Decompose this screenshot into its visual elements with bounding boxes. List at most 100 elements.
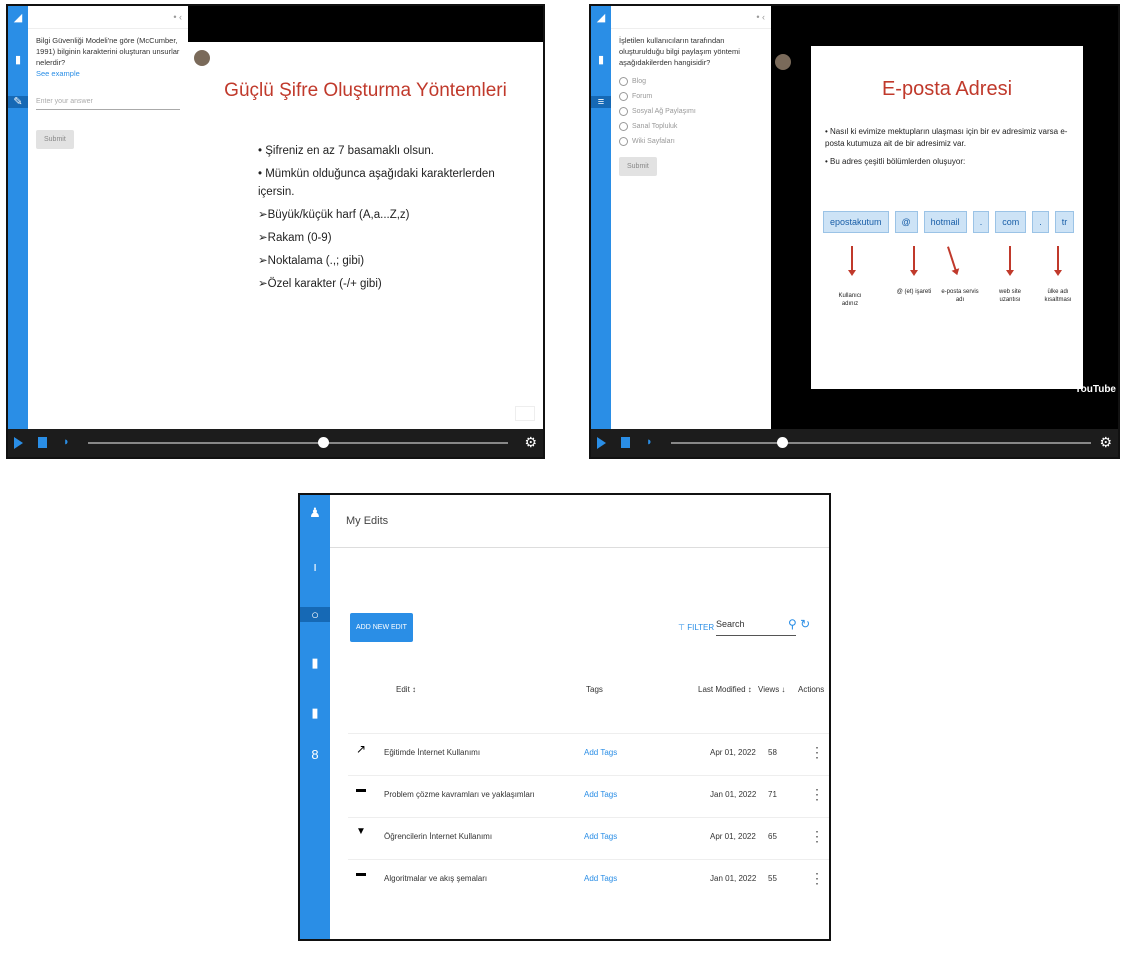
option[interactable]: Blog — [611, 74, 771, 89]
slide: E-posta Adresi • Nasıl ki evimize mektup… — [811, 46, 1083, 389]
bookmarks-icon[interactable] — [621, 437, 630, 448]
option[interactable]: Wiki Sayfaları — [611, 134, 771, 149]
submit-button[interactable]: Submit — [36, 130, 74, 149]
more-vert-icon[interactable]: ⋮ — [810, 786, 824, 803]
add-tags-link[interactable]: Add Tags — [584, 790, 617, 799]
seek-bar[interactable] — [671, 442, 1091, 444]
gear-icon[interactable]: ⚙ — [524, 434, 537, 451]
page-title: My Edits — [346, 515, 389, 527]
slide: Güçlü Şifre Oluşturma Yöntemleri • Şifre… — [188, 42, 543, 429]
bookmark-icon[interactable]: ▮ — [595, 54, 607, 66]
table-row[interactable]: ▬ Problem çözme kavramları ve yaklaşımla… — [348, 775, 829, 816]
more-vert-icon[interactable]: ⋮ — [810, 870, 824, 887]
video-player[interactable]: Güçlü Şifre Oluşturma Yöntemleri • Şifre… — [188, 6, 543, 429]
edit-name[interactable]: Öğrencilerin İnternet Kullanımı — [384, 832, 492, 841]
add-new-edit-button[interactable]: ADD NEW EDIT — [350, 613, 413, 642]
player-controls: ◗ ⚙ — [8, 429, 543, 457]
filter-button[interactable]: ⊤ FILTER — [678, 623, 714, 632]
user-icon[interactable]: ♟ — [308, 505, 322, 521]
part-label: Kullanıcı adınız — [838, 293, 862, 307]
youtube-logo[interactable]: YouTube — [1075, 384, 1116, 395]
bullet: ➢Noktalama (.,; gibi) — [258, 255, 365, 267]
slide-bullets: • Nasıl ki evimize mektupların ulaşması … — [825, 126, 1073, 174]
bullet: • Bu adres çeşitli bölümlerden oluşuyor: — [825, 157, 966, 166]
part-label: ülke adı kısaltması — [1044, 289, 1072, 303]
option[interactable]: Sanal Topluluk — [611, 119, 771, 134]
logo-icon: ◢ — [596, 12, 606, 24]
channel-info[interactable] — [775, 54, 791, 70]
table-row[interactable]: ▼ Öğrencilerin İnternet Kullanımı Add Ta… — [348, 817, 829, 858]
option[interactable]: Forum — [611, 89, 771, 104]
arrow — [1054, 246, 1062, 276]
bullet: ➢Büyük/küçük harf (A,a...Z,z) — [258, 209, 410, 221]
more-vert-icon[interactable]: ⋮ — [810, 828, 824, 845]
bullet: ➢Özel karakter (-/+ gibi) — [258, 278, 382, 290]
volume-icon[interactable]: ◗ — [63, 436, 70, 448]
part-box: tr — [1054, 211, 1075, 233]
col-views[interactable]: Views ↓ — [758, 685, 785, 694]
part-label: e-posta servis adı — [941, 289, 979, 303]
example-link[interactable]: See example — [36, 68, 180, 79]
email-parts: epostakutum @ hotmail . com . tr — [823, 211, 1075, 233]
part-label: web site uzantısı — [998, 289, 1021, 303]
col-modified[interactable]: Last Modified ↕ — [698, 685, 752, 694]
part-box: @ — [894, 211, 918, 233]
search-input[interactable]: Search — [716, 619, 796, 636]
info-icon[interactable]: ı — [308, 559, 322, 574]
submit-button[interactable]: Submit — [619, 157, 657, 176]
seek-bar[interactable] — [88, 442, 508, 444]
question-panel: • ‹ İşletilen kullanıcıların tarafından … — [611, 6, 772, 429]
slide-title: E-posta Adresi — [881, 78, 1013, 100]
part-label: @ (et) işareti — [896, 289, 932, 295]
part-box: . — [972, 211, 990, 233]
seek-handle[interactable] — [318, 437, 329, 448]
slide-title: Güçlü Şifre Oluşturma Yöntemleri — [224, 80, 507, 101]
divider — [330, 547, 829, 548]
document-icon[interactable]: ▮ — [308, 655, 322, 671]
table-row[interactable]: ↗ Eğitimde İnternet Kullanımı Add Tags A… — [348, 733, 829, 774]
my-edits-screen: ♟ ı ○ ▮ ▮ 8 My Edits ADD NEW EDIT ⊤ FILT… — [298, 493, 831, 941]
menu-icon[interactable]: ≡ — [591, 96, 611, 108]
play-icon[interactable] — [14, 437, 23, 449]
views-count: 58 — [768, 748, 777, 757]
edit-thumbnail: ▼ — [356, 826, 366, 837]
video-player[interactable]: E-posta Adresi • Nasıl ki evimize mektup… — [771, 6, 1118, 429]
watermark — [515, 406, 535, 421]
more-vert-icon[interactable]: ⋮ — [810, 744, 824, 761]
nav-rail: ◢ ▮ ✎ — [8, 6, 28, 457]
edit-icon[interactable]: ✎ — [8, 96, 28, 108]
col-edit[interactable]: Edit ↕ — [396, 685, 416, 694]
part-box: com — [995, 211, 1027, 233]
bulb-icon[interactable]: ○ — [300, 607, 330, 622]
arrow — [947, 246, 957, 272]
panel-controls[interactable]: • ‹ — [611, 6, 771, 29]
group-icon[interactable]: 8 — [308, 747, 322, 762]
answer-input[interactable]: Enter your answer — [36, 95, 180, 110]
table-row[interactable]: ▬ Algoritmalar ve akış şemaları Add Tags… — [348, 859, 829, 900]
part-box: . — [1032, 211, 1049, 233]
part-box: hotmail — [923, 211, 967, 233]
add-tags-link[interactable]: Add Tags — [584, 874, 617, 883]
slide-bullets: • Şifreniz en az 7 basamaklı olsun. • Mü… — [258, 142, 518, 298]
report-icon[interactable]: ▮ — [308, 705, 322, 721]
edit-name[interactable]: Eğitimde İnternet Kullanımı — [384, 748, 480, 757]
edit-name[interactable]: Problem çözme kavramları ve yaklaşımları — [384, 790, 535, 799]
video-quiz-screen-b: ◢ ▮ ≡ • ‹ İşletilen kullanıcıların taraf… — [589, 4, 1120, 459]
bookmarks-icon[interactable] — [38, 437, 47, 448]
last-modified: Apr 01, 2022 — [710, 748, 756, 757]
volume-icon[interactable]: ◗ — [646, 436, 653, 448]
edit-name[interactable]: Algoritmalar ve akış şemaları — [384, 874, 487, 883]
bullet: • Nasıl ki evimize mektupların ulaşması … — [825, 127, 1068, 148]
seek-handle[interactable] — [777, 437, 788, 448]
option[interactable]: Sosyal Ağ Paylaşımı — [611, 104, 771, 119]
add-tags-link[interactable]: Add Tags — [584, 832, 617, 841]
add-tags-link[interactable]: Add Tags — [584, 748, 617, 757]
channel-info[interactable] — [194, 50, 210, 66]
arrow — [910, 246, 918, 276]
search-icon[interactable]: ⚲ ↻ — [788, 617, 810, 631]
bookmark-icon[interactable]: ▮ — [12, 54, 24, 66]
avatar — [194, 50, 210, 66]
gear-icon[interactable]: ⚙ — [1099, 434, 1112, 451]
play-icon[interactable] — [597, 437, 606, 449]
panel-controls[interactable]: • ‹ — [28, 6, 188, 29]
